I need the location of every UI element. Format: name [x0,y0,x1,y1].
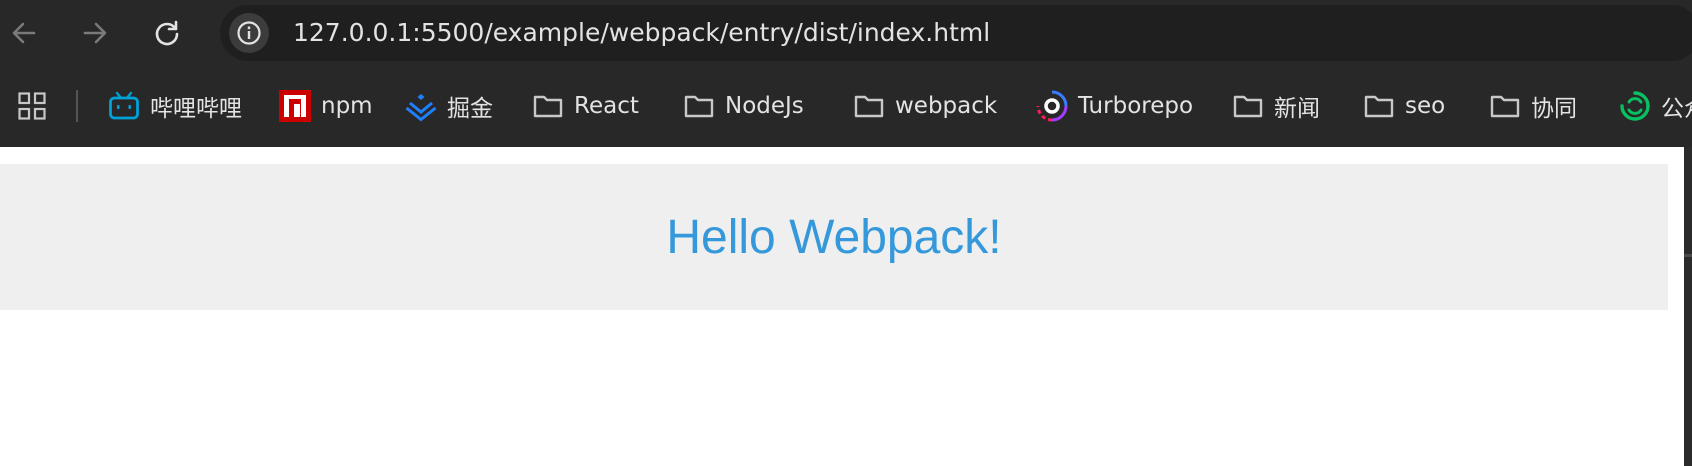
page-heading: Hello Webpack! [666,210,1002,264]
folder-icon [1363,90,1395,122]
bookmark-label: 协同 [1531,96,1577,122]
npm-icon [279,90,311,122]
turborepo-icon [1036,90,1068,122]
site-info-button[interactable] [229,13,269,53]
bookmark-folder-react[interactable]: React [532,86,639,126]
back-button[interactable] [3,12,45,54]
bookmark-label: React [574,93,639,119]
url-text[interactable]: 127.0.0.1:5500/example/webpack/entry/dis… [293,5,990,61]
bookmarks-bar: 哔哩哔哩 npm 掘金 React NodeJs webpack Turbore… [0,66,1692,147]
folder-icon [683,90,715,122]
folder-icon [853,90,885,122]
apps-grid-icon[interactable] [18,92,46,120]
arrow-right-icon [83,22,107,44]
bookmark-label: 新闻 [1274,96,1320,122]
bookmark-label: npm [321,93,373,119]
arrow-left-icon [12,22,36,44]
reload-button[interactable] [146,12,188,54]
bookmark-label: NodeJs [725,93,804,119]
bookmark-folder-news[interactable]: 新闻 [1232,86,1320,126]
bookmark-wechat-official[interactable]: 公众 [1619,86,1692,126]
address-bar[interactable]: 127.0.0.1:5500/example/webpack/entry/dis… [220,5,1692,61]
browser-toolbar: 127.0.0.1:5500/example/webpack/entry/dis… [0,0,1692,66]
edge-marker [1684,254,1692,257]
folder-icon [1232,90,1264,122]
bookmark-folder-seo[interactable]: seo [1363,86,1445,126]
wechat-icon [1619,90,1651,122]
bookmark-bilibili[interactable]: 哔哩哔哩 [108,86,242,126]
bookmark-label: seo [1405,93,1446,119]
bookmark-folder-webpack[interactable]: webpack [853,86,997,126]
bookmark-label: webpack [895,93,998,119]
bookmark-turborepo[interactable]: Turborepo [1036,86,1193,126]
bookmarks-divider [76,90,78,122]
bookmark-folder-collab[interactable]: 协同 [1489,86,1577,126]
web-page-viewport: Hello Webpack! [0,147,1692,466]
folder-icon [1489,90,1521,122]
info-icon [237,21,261,45]
folder-icon [532,90,564,122]
bookmark-npm[interactable]: npm [279,86,373,126]
reload-icon [155,20,179,46]
hello-banner: Hello Webpack! [0,164,1668,310]
juejin-icon [405,90,437,122]
bookmark-label: 哔哩哔哩 [150,96,242,122]
bookmark-label: 公众 [1661,96,1692,122]
bookmark-label: 掘金 [447,96,493,122]
bilibili-icon [108,90,140,122]
bookmark-label: Turborepo [1078,93,1194,119]
bookmark-juejin[interactable]: 掘金 [405,86,493,126]
bookmark-folder-nodejs[interactable]: NodeJs [683,86,804,126]
forward-button[interactable] [74,12,116,54]
window-right-edge [1684,147,1692,466]
